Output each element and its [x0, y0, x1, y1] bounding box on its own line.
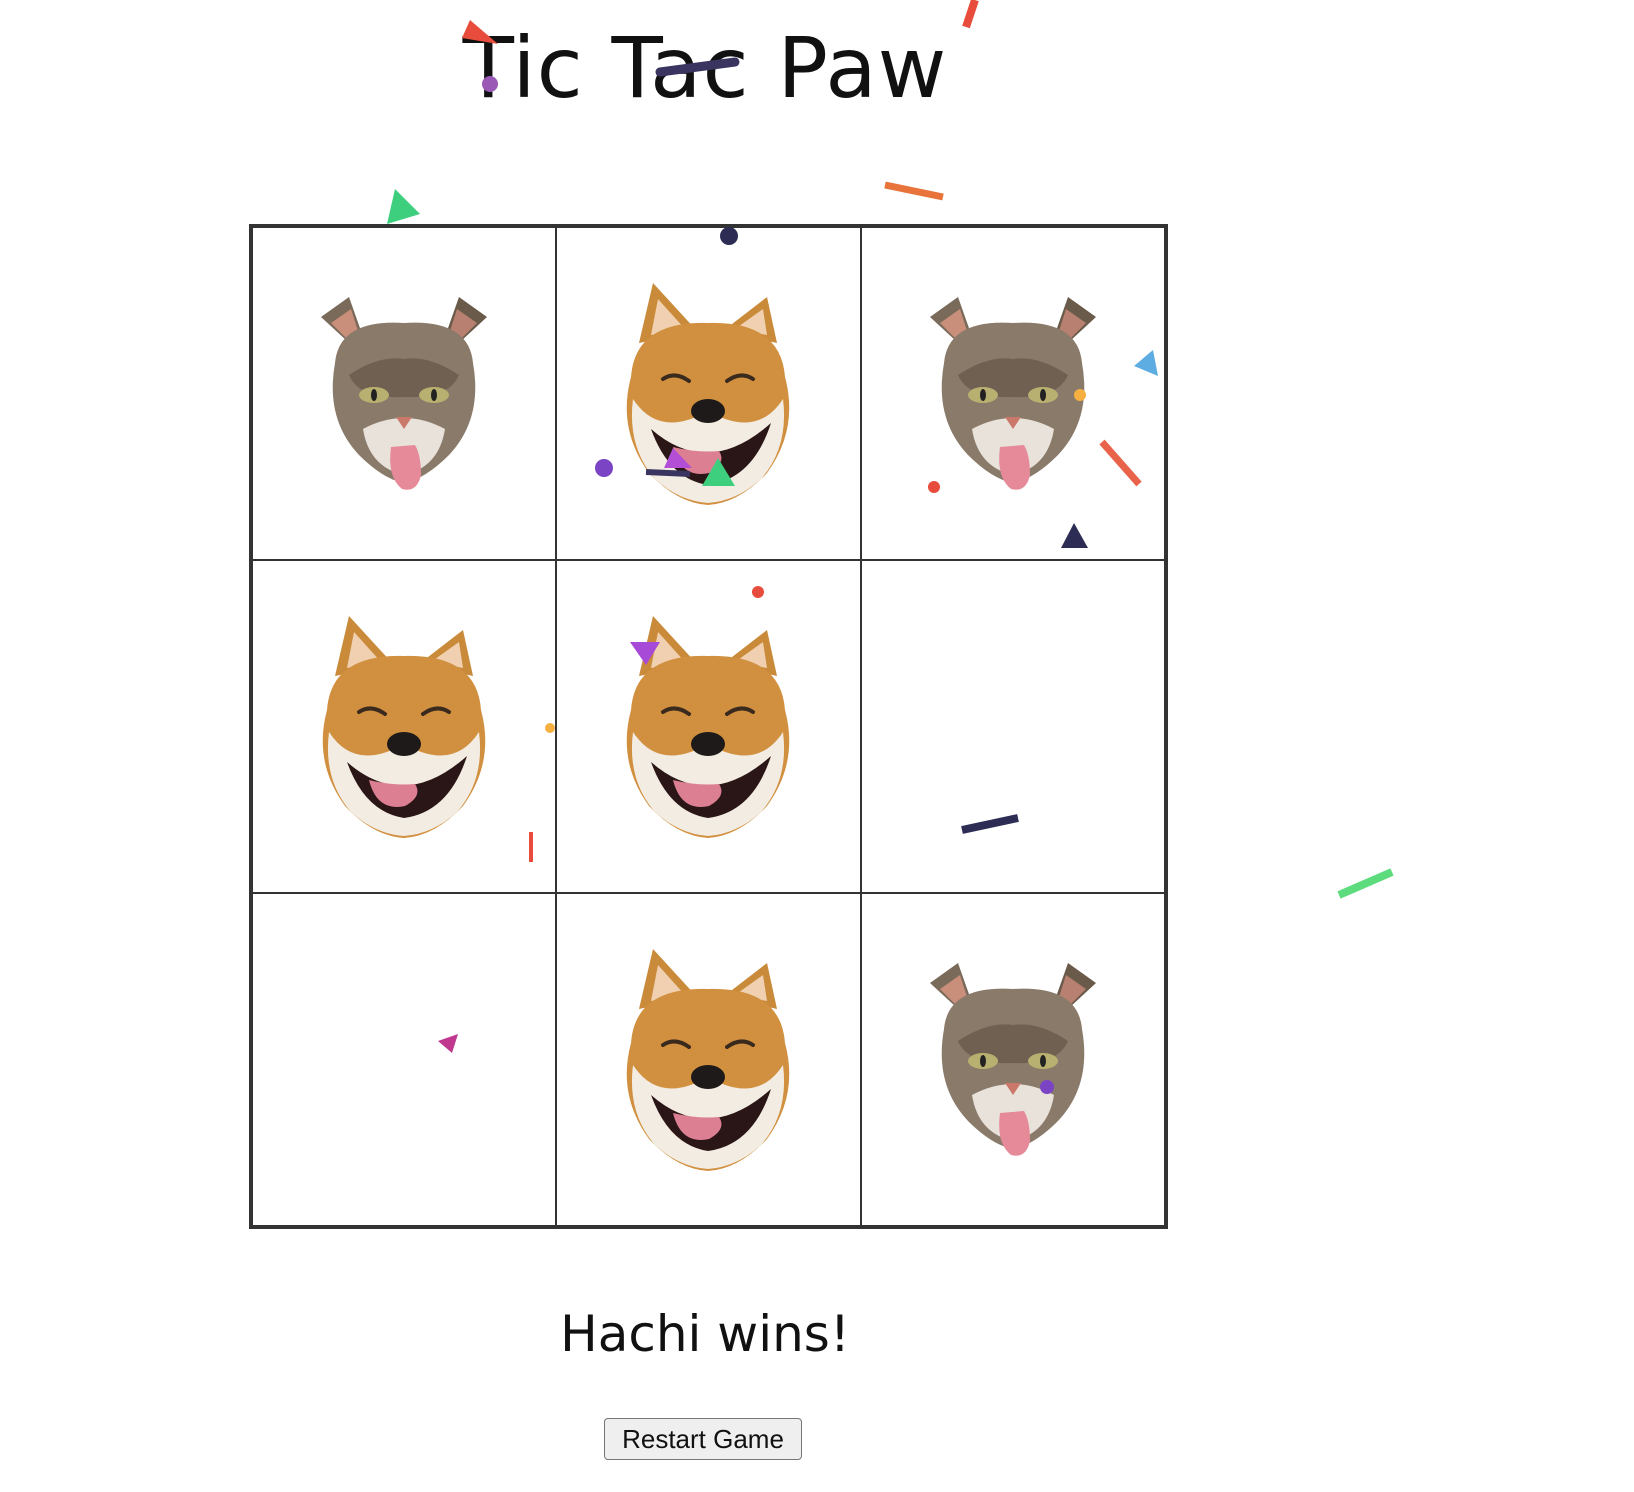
board-cell-2[interactable] — [556, 227, 861, 560]
cat-face-icon — [321, 296, 488, 490]
board-cell-5[interactable] — [556, 560, 861, 893]
game-board — [249, 224, 1168, 1229]
board-cell-1[interactable] — [252, 227, 557, 560]
confetti-piece — [1337, 868, 1394, 899]
game-title: Tic Tac Paw — [462, 19, 948, 117]
confetti-piece — [884, 181, 944, 201]
shiba-dog-face-icon — [627, 948, 790, 1171]
board-cell-4[interactable] — [252, 560, 557, 893]
board-cell-9[interactable] — [860, 893, 1165, 1226]
restart-game-button[interactable]: Restart Game — [604, 1418, 802, 1460]
shiba-dog-face-icon — [627, 615, 790, 838]
shiba-dog-face-icon — [627, 282, 790, 505]
game-status-message: Hachi wins! — [560, 1305, 850, 1363]
board-cell-empty-6[interactable] — [860, 560, 1165, 893]
confetti-piece — [387, 189, 420, 224]
shiba-dog-face-icon — [322, 615, 486, 838]
board-cell-3[interactable] — [860, 227, 1165, 560]
board-cell-empty-7[interactable] — [252, 893, 557, 1226]
cat-face-icon — [929, 296, 1096, 490]
board-cell-8[interactable] — [556, 893, 861, 1226]
cat-face-icon — [929, 962, 1096, 1156]
